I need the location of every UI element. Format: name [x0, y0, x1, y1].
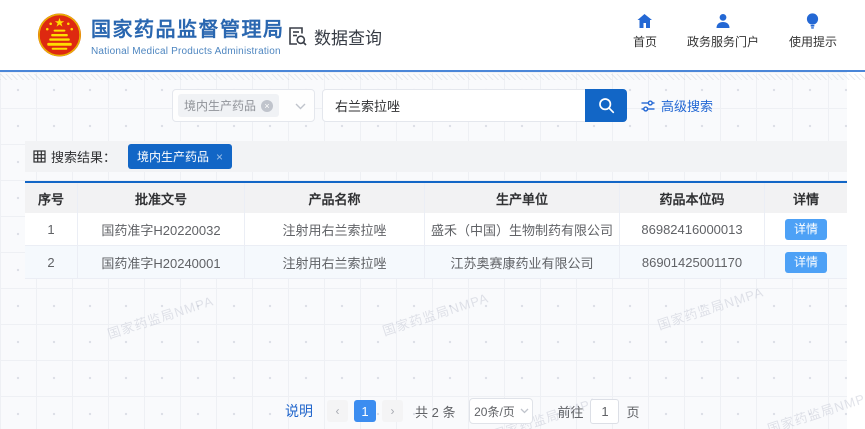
column-header: 详情: [792, 191, 819, 207]
table-row: 2 国药准字H20240001 注射用右兰索拉唑 江苏奥赛康药业有限公司 869…: [25, 246, 847, 279]
chevron-right-icon: ›: [390, 404, 395, 418]
nav-label: 政务服务门户: [686, 35, 759, 49]
detail-button[interactable]: 详情: [785, 251, 827, 273]
chevron-down-icon: [520, 408, 529, 414]
cell-approval-no: 国药准字H20240001: [78, 246, 245, 278]
page-size-select[interactable]: 20条/页: [469, 398, 534, 424]
category-tag-label: 境内生产药品: [184, 99, 257, 113]
column-header: 生产单位: [425, 183, 620, 213]
org-subtitle: National Medical Products Administration: [91, 46, 281, 57]
search-button[interactable]: [585, 89, 627, 122]
app-title: 数据查询: [286, 0, 382, 72]
header: 国家药品监督管理局 National Medical Products Admi…: [0, 0, 865, 72]
cell-detail: 详情: [765, 246, 847, 278]
header-hatch-divider: [0, 74, 865, 80]
page-unit-label: 页: [626, 404, 640, 420]
nav-item-portal[interactable]: 政务服务门户: [687, 13, 759, 50]
column-header: 药品本位码: [620, 183, 765, 213]
brand-text: 国家药品监督管理局 National Medical Products Admi…: [91, 13, 285, 57]
column-header: 序号: [25, 183, 78, 213]
page-number-button[interactable]: 1: [354, 400, 376, 422]
table-header-row: 序号 批准文号 产品名称 生产单位 药品本位码 详情: [25, 183, 847, 213]
nav-item-home[interactable]: 首页: [633, 13, 657, 50]
search-input[interactable]: [322, 89, 586, 122]
page: 国家药监局NMPA 国家药监局NMPA 国家药监局NMPA 国家药监局NMPA …: [0, 0, 865, 429]
column-header: 批准文号: [78, 183, 245, 213]
chevron-down-icon: [295, 103, 306, 110]
cell-detail: 详情: [765, 213, 847, 245]
goto-page-input[interactable]: [590, 398, 620, 424]
prev-page-button[interactable]: ‹: [327, 400, 348, 422]
org-title: 国家药品监督管理局: [91, 19, 285, 41]
category-select[interactable]: 境内生产药品 ×: [172, 89, 315, 122]
cell-index: 2: [25, 246, 78, 278]
cell-manufacturer: 盛禾（中国）生物制药有限公司: [425, 213, 620, 245]
cell-product-name: 注射用右兰索拉唑: [245, 213, 425, 245]
filter-tag-close-icon[interactable]: ×: [216, 151, 223, 163]
home-icon: [637, 14, 653, 28]
watermark: 国家药监局NMPA: [765, 388, 865, 429]
watermark: 国家药监局NMPA: [380, 290, 491, 339]
filter-tag-label: 境内生产药品: [137, 150, 210, 164]
column-header: 产品名称: [245, 183, 425, 213]
cell-code: 86982416000013: [620, 213, 765, 245]
nav-label: 首页: [632, 35, 657, 49]
goto-label: 前往: [557, 404, 584, 420]
filter-tag: 境内生产药品 ×: [128, 144, 233, 169]
grid-icon: [33, 150, 46, 163]
cell-product-name: 注射用右兰索拉唑: [245, 246, 425, 278]
total-count-label: 共 2 条: [415, 404, 456, 420]
nav-item-tips[interactable]: 使用提示: [789, 13, 837, 50]
note-link[interactable]: 说明: [285, 401, 313, 421]
tag-clear-icon[interactable]: ×: [261, 99, 274, 112]
detail-button[interactable]: 详情: [785, 218, 827, 240]
user-icon: [716, 14, 730, 28]
brand-logo: 国家药品监督管理局 National Medical Products Admi…: [36, 11, 285, 59]
cell-manufacturer: 江苏奥赛康药业有限公司: [425, 246, 620, 278]
cell-index: 1: [25, 213, 78, 245]
pagination: 说明 ‹ 1 › 共 2 条 20条/页 前往 页: [285, 398, 640, 424]
next-page-button[interactable]: ›: [382, 400, 403, 422]
advanced-search-label: 高级搜索: [661, 99, 714, 114]
top-nav: 首页 政务服务门户 使用提示: [633, 13, 837, 50]
results-label: 搜索结果：: [51, 150, 117, 165]
national-emblem-icon: [37, 13, 82, 57]
category-tag: 境内生产药品 ×: [178, 94, 280, 117]
advanced-search-link[interactable]: 高级搜索: [641, 89, 713, 122]
nav-label: 使用提示: [788, 35, 837, 49]
table-row: 1 国药准字H20220032 注射用右兰索拉唑 盛禾（中国）生物制药有限公司 …: [25, 213, 847, 246]
search-icon: [598, 98, 614, 114]
cell-code: 86901425001170: [620, 246, 765, 278]
watermark: 国家药监局NMPA: [105, 293, 216, 342]
watermark: 国家药监局NMPA: [655, 284, 766, 333]
filter-sliders-icon: [641, 99, 655, 112]
app-title-label: 数据查询: [314, 28, 382, 48]
data-query-icon: [289, 27, 307, 46]
results-bar: 搜索结果： 境内生产药品 ×: [25, 141, 847, 172]
cell-approval-no: 国药准字H20220032: [78, 213, 245, 245]
page-size-label: 20条/页: [474, 404, 515, 419]
chevron-left-icon: ‹: [335, 404, 340, 418]
results-table: 序号 批准文号 产品名称 生产单位 药品本位码 详情 1 国药准字H202200…: [25, 181, 847, 279]
bulb-icon: [807, 13, 819, 29]
